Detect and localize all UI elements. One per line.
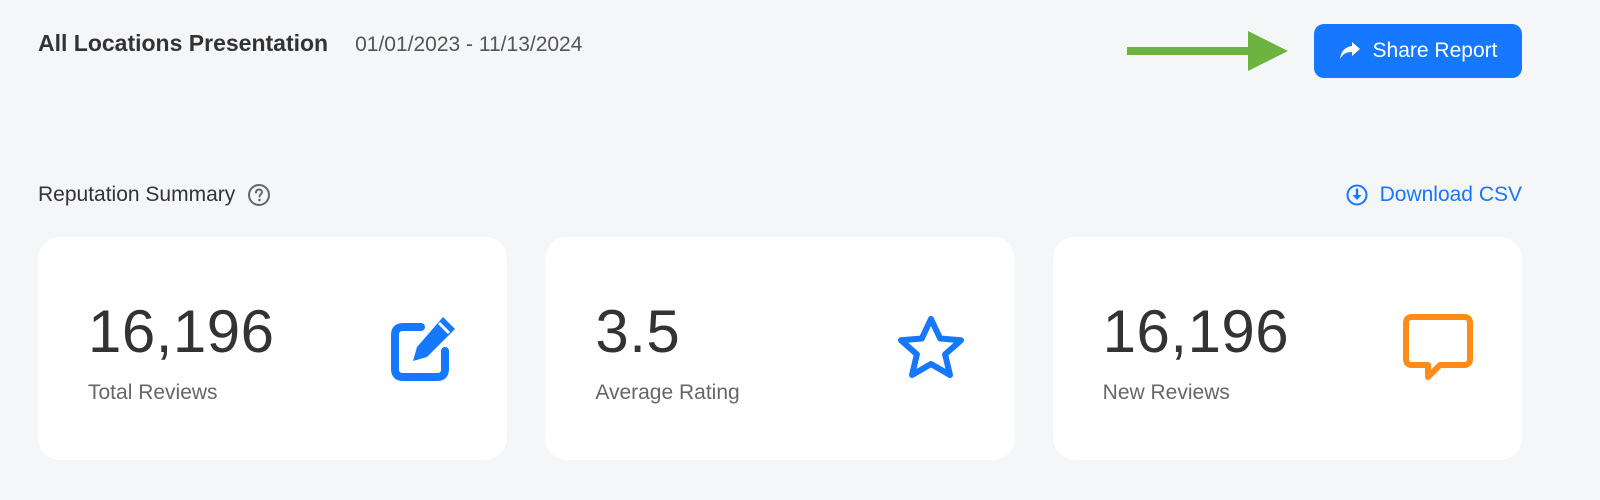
total-reviews-value: 16,196 bbox=[88, 298, 275, 365]
total-reviews-label: Total Reviews bbox=[88, 381, 218, 404]
average-rating-label: Average Rating bbox=[595, 381, 740, 404]
report-header: All Locations Presentation 01/01/2023 - … bbox=[38, 30, 582, 57]
summary-cards: 16,196 Total Reviews 3.5 Average Rating … bbox=[38, 237, 1522, 460]
download-csv-label: Download CSV bbox=[1379, 183, 1522, 206]
new-reviews-label: New Reviews bbox=[1102, 381, 1230, 404]
reputation-summary-header: Reputation Summary Download CSV bbox=[38, 180, 1522, 210]
download-icon bbox=[1346, 184, 1368, 206]
right-arrow-icon bbox=[1127, 31, 1288, 71]
section-title: Reputation Summary bbox=[38, 183, 236, 206]
date-range[interactable]: 01/01/2023 - 11/13/2024 bbox=[355, 33, 582, 57]
share-report-label: Share Report bbox=[1372, 39, 1498, 62]
download-csv-link[interactable]: Download CSV bbox=[1346, 183, 1522, 207]
report-title: All Locations Presentation bbox=[38, 30, 329, 56]
new-reviews-value: 16,196 bbox=[1102, 298, 1290, 365]
average-rating-value: 3.5 bbox=[595, 298, 681, 365]
average-rating-card: 3.5 Average Rating bbox=[545, 237, 1015, 460]
share-icon bbox=[1339, 41, 1361, 61]
comment-icon bbox=[1402, 313, 1474, 385]
share-report-button[interactable]: Share Report bbox=[1314, 24, 1522, 78]
help-icon[interactable] bbox=[247, 183, 271, 207]
new-reviews-card: 16,196 New Reviews bbox=[1052, 237, 1522, 460]
star-icon bbox=[895, 313, 967, 385]
total-reviews-card: 16,196 Total Reviews bbox=[38, 237, 508, 460]
edit-icon bbox=[387, 313, 459, 385]
